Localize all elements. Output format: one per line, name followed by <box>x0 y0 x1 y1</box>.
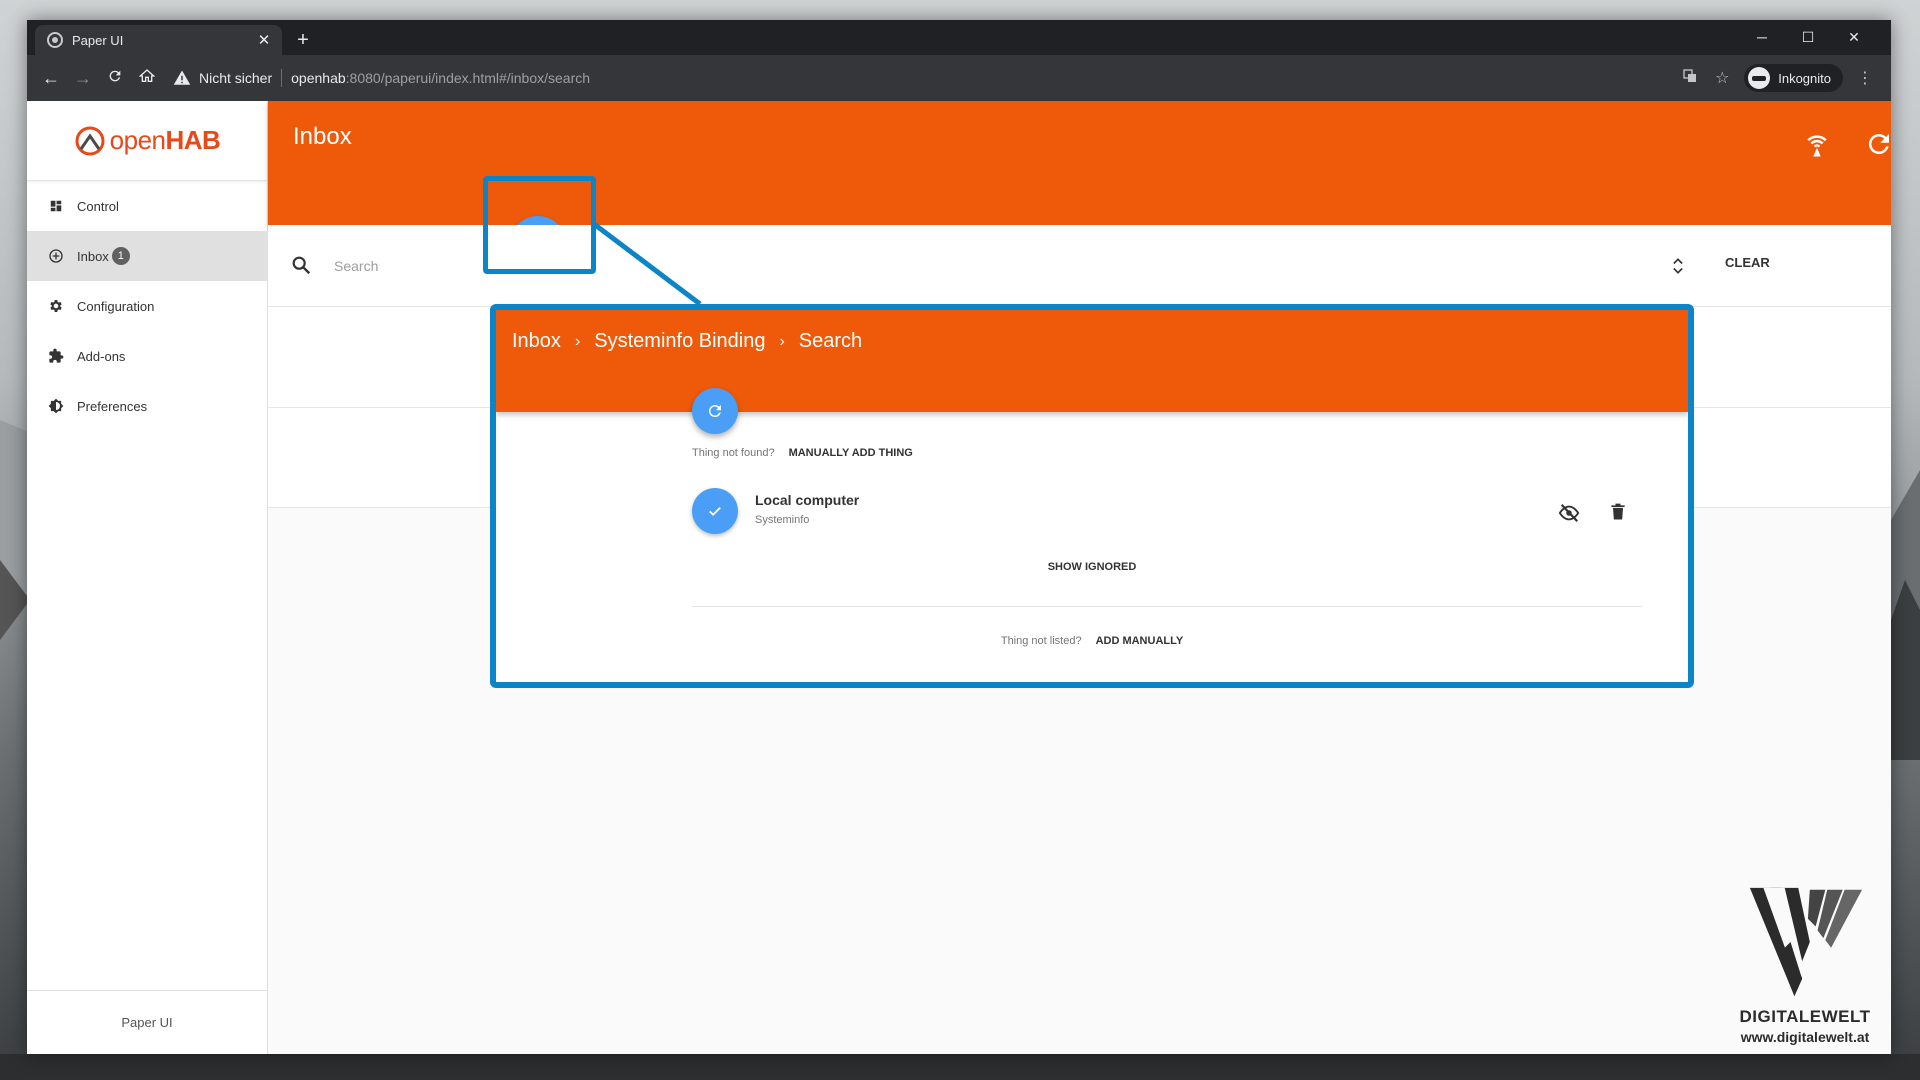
add-circle-icon <box>47 247 65 265</box>
back-icon[interactable]: ← <box>35 62 67 94</box>
sort-icon[interactable] <box>1668 255 1688 277</box>
incognito-label: Inkognito <box>1778 70 1831 86</box>
sidebar-item-label: Add-ons <box>77 348 126 364</box>
sidebar-item-inbox[interactable]: Inbox 1 <box>27 231 267 281</box>
address-bar[interactable]: Nicht sicher openhab:8080/paperui/index.… <box>173 63 1674 93</box>
new-tab-button[interactable]: + <box>289 26 317 54</box>
sidebar-item-configuration[interactable]: Configuration <box>27 281 267 331</box>
tab-title: Paper UI <box>72 32 124 48</box>
breadcrumb-search: Search <box>798 330 863 352</box>
translate-icon[interactable] <box>1674 68 1706 89</box>
clear-button[interactable]: CLEAR <box>1725 255 1770 270</box>
watermark-title: DIGITALEWELT <box>1739 1007 1871 1026</box>
search-icon <box>292 256 311 275</box>
incognito-badge[interactable]: Inkognito <box>1744 64 1843 92</box>
page-title: Inbox <box>293 123 352 150</box>
breadcrumb-separator: › <box>574 332 581 350</box>
ignore-eye-off-icon[interactable] <box>1558 502 1580 524</box>
security-label[interactable]: Nicht sicher <box>199 70 272 86</box>
reload-icon[interactable] <box>99 62 131 94</box>
dashboard-icon <box>47 197 65 215</box>
discovered-thing-row[interactable]: Local computer Systeminfo <box>692 482 1642 542</box>
digitalewelt-logo-icon <box>1749 887 1863 997</box>
url-separator <box>281 69 283 87</box>
thing-not-found-row: Thing not found? MANUALLY ADD THING <box>692 447 913 459</box>
openhab-logo-icon <box>75 126 105 155</box>
star-icon[interactable]: ☆ <box>1706 68 1738 88</box>
discovery-signal-icon[interactable] <box>1802 129 1832 159</box>
thing-name: Local computer <box>755 492 860 508</box>
thing-binding: Systeminfo <box>755 514 810 526</box>
home-icon[interactable] <box>131 62 163 94</box>
tab-close-icon[interactable]: ✕ <box>252 31 276 49</box>
brightness-gear-icon <box>47 397 65 415</box>
divider <box>692 606 1642 607</box>
sidebar-item-preferences[interactable]: Preferences <box>27 381 267 431</box>
breadcrumb-separator: › <box>779 332 785 350</box>
tab-bar: Paper UI ✕ + ─ ☐ ✕ <box>27 20 1891 55</box>
browser-tab[interactable]: Paper UI ✕ <box>35 25 282 55</box>
thing-not-listed-row: Thing not listed? ADD MANUALLY <box>496 635 1688 647</box>
url-host: openhab <box>291 70 346 86</box>
openhab-logo[interactable]: openHAB <box>74 125 221 157</box>
menu-dots-icon[interactable]: ⋮ <box>1849 68 1881 88</box>
digitalewelt-watermark: DIGITALEWELT www.digitalewelt.at <box>1730 884 1880 1045</box>
watermark-url: www.digitalewelt.at <box>1740 1029 1870 1045</box>
not-listed-text: Thing not listed? <box>1000 635 1082 647</box>
add-manually-button[interactable]: ADD MANUALLY <box>1096 635 1184 647</box>
show-ignored-button[interactable]: SHOW IGNORED <box>496 561 1688 573</box>
incognito-icon <box>1748 67 1771 89</box>
manually-add-thing-button[interactable]: MANUALLY ADD THING <box>789 447 913 459</box>
warning-icon <box>173 69 191 87</box>
sidebar-item-label: Configuration <box>77 298 155 314</box>
delete-icon[interactable] <box>1608 501 1628 523</box>
breadcrumb: Inbox › Systeminfo Binding › Search <box>512 330 862 353</box>
search-detail-callout: Inbox › Systeminfo Binding › Search Thin… <box>490 304 1694 688</box>
sidebar: openHAB Control Inbox 1 Configuration Ad… <box>27 101 268 1054</box>
sidebar-footer: Paper UI <box>27 990 267 1054</box>
search-header: Inbox › Systeminfo Binding › Search <box>496 310 1688 412</box>
rescan-button[interactable] <box>692 388 738 434</box>
minimize-button[interactable]: ─ <box>1739 20 1785 55</box>
refresh-icon[interactable] <box>1864 129 1891 159</box>
approve-thing-button[interactable] <box>692 488 738 534</box>
url-path: :8080/paperui/index.html#/inbox/search <box>345 70 591 86</box>
gear-icon <box>47 297 65 315</box>
sidebar-item-label: Preferences <box>77 398 148 414</box>
fab-highlight-box <box>483 176 596 274</box>
refresh-icon <box>708 405 721 418</box>
puzzle-icon <box>47 347 65 365</box>
logo-area: openHAB <box>27 101 267 181</box>
forward-icon[interactable]: → <box>67 62 99 94</box>
maximize-button[interactable]: ☐ <box>1785 20 1831 55</box>
breadcrumb-inbox[interactable]: Inbox <box>512 330 561 353</box>
logo-text-open: open <box>109 125 166 155</box>
sidebar-item-control[interactable]: Control <box>27 181 267 231</box>
inbox-count-badge: 1 <box>111 247 130 265</box>
check-icon <box>709 506 721 517</box>
breadcrumb-binding[interactable]: Systeminfo Binding <box>594 330 765 353</box>
tab-favicon-icon <box>47 32 63 48</box>
close-window-button[interactable]: ✕ <box>1831 20 1877 55</box>
sidebar-item-label: Inbox <box>77 248 109 264</box>
sidebar-item-addons[interactable]: Add-ons <box>27 331 267 381</box>
logo-text-hab: HAB <box>165 125 221 155</box>
browser-toolbar: ← → Nicht sicher openhab:8080/paperui/in… <box>27 55 1891 101</box>
not-found-text: Thing not found? <box>692 447 775 459</box>
sidebar-item-label: Control <box>77 198 119 214</box>
